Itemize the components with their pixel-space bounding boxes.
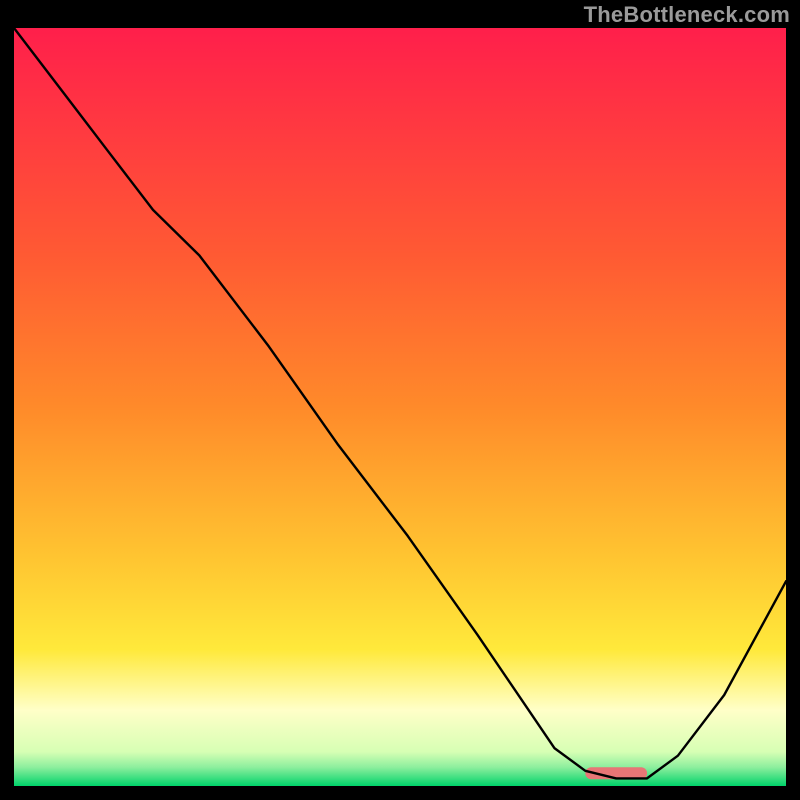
- chart-container: TheBottleneck.com: [0, 0, 800, 800]
- watermark: TheBottleneck.com: [584, 2, 790, 28]
- chart-svg: [14, 28, 786, 786]
- plot-area: [14, 28, 786, 786]
- gradient-background: [14, 28, 786, 786]
